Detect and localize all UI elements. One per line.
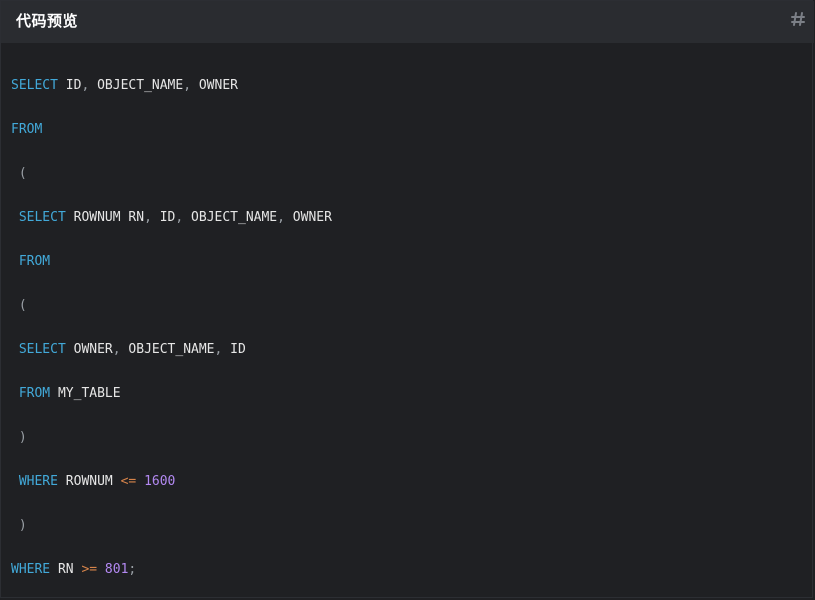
code-line: SELECT OWNER, OBJECT_NAME, ID	[11, 328, 332, 372]
code-line: (	[11, 152, 332, 196]
code-token: OWNER	[65, 342, 113, 357]
code-token: ROWNUM	[57, 474, 113, 489]
code-token: ID	[222, 342, 246, 357]
code-token: SELECT	[11, 210, 66, 225]
code-line: SELECT ROWNUM RN, ID, OBJECT_NAME, OWNER	[11, 196, 332, 240]
code-token: 801	[97, 562, 129, 577]
code-line: WHERE ROWNUM <= 1600	[11, 460, 332, 504]
code-token: (	[11, 166, 27, 181]
code-line: FROM	[11, 108, 332, 152]
code-token: <=	[112, 474, 137, 489]
code-token: ;	[128, 562, 137, 577]
code-token: >=	[73, 562, 98, 577]
panel-title: 代码预览	[16, 12, 79, 30]
code-token: )	[11, 518, 27, 533]
code-block: SELECT ID, OBJECT_NAME, OWNER FROM ( SELE…	[11, 64, 332, 592]
code-token: WHERE	[11, 474, 58, 489]
code-token: FROM	[11, 254, 51, 269]
code-token: MY_TABLE	[50, 386, 121, 401]
code-token: ,	[144, 210, 152, 225]
code-line: )	[11, 504, 332, 548]
code-line: FROM MY_TABLE	[11, 372, 332, 416]
code-token: ,	[112, 342, 121, 357]
code-token: SELECT	[11, 342, 66, 357]
code-token: OBJECT_NAME	[183, 210, 278, 225]
code-token: 1600	[136, 474, 176, 489]
panel-header: 代码预览	[1, 1, 814, 43]
code-token: OWNER	[191, 78, 238, 93]
code-line: WHERE RN >= 801;	[11, 548, 332, 592]
code-token: OBJECT_NAME	[120, 342, 215, 357]
code-token: ID	[151, 210, 176, 225]
code-token: RN	[50, 562, 74, 577]
code-token: SELECT	[11, 78, 58, 93]
code-token: WHERE	[11, 562, 51, 577]
code-token: ID	[57, 78, 82, 93]
code-token: ROWNUM RN	[65, 210, 145, 225]
code-token: OWNER	[284, 210, 332, 225]
hash-icon[interactable]	[790, 11, 806, 27]
code-token: OBJECT_NAME	[89, 78, 184, 93]
code-preview-panel: 代码预览 SELECT ID, OBJECT_NAME, OWNER FROM (…	[0, 0, 814, 598]
code-line: FROM	[11, 240, 332, 284]
code-line: (	[11, 284, 332, 328]
code-line: SELECT ID, OBJECT_NAME, OWNER	[11, 64, 332, 108]
code-token: FROM	[11, 122, 43, 137]
code-token: ,	[277, 210, 285, 225]
code-line: )	[11, 416, 332, 460]
code-token: ,	[183, 78, 192, 93]
code-token: FROM	[11, 386, 51, 401]
code-token: )	[11, 430, 27, 445]
code-token: (	[11, 298, 27, 313]
